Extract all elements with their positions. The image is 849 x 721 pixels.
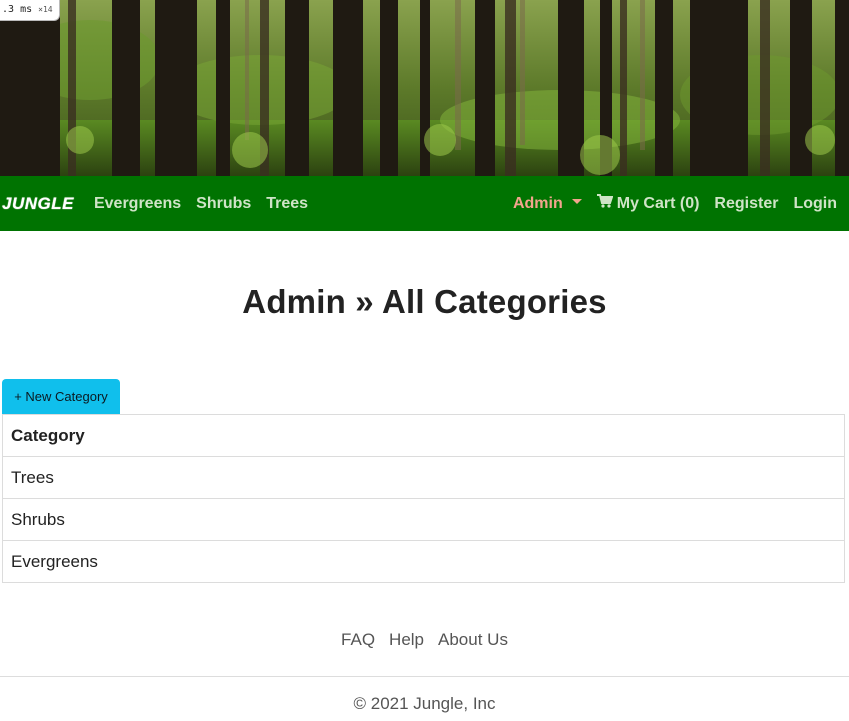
- perf-badge: .3 ms ×14: [0, 0, 60, 21]
- table-header-row: Category: [2, 414, 845, 457]
- register-link[interactable]: Register: [714, 195, 778, 213]
- category-cell: Shrubs: [2, 498, 845, 541]
- footer-link-faq[interactable]: FAQ: [341, 630, 375, 650]
- footer-link-about-us[interactable]: About Us: [438, 630, 508, 650]
- footer-divider: [0, 676, 849, 677]
- shopping-cart-icon: [596, 194, 614, 213]
- footer-link-help[interactable]: Help: [389, 630, 424, 650]
- copyright: © 2021 Jungle, Inc: [353, 694, 496, 713]
- cart-label: My Cart (0): [616, 194, 700, 212]
- category-cell: Evergreens: [2, 540, 845, 583]
- navbar: JUNGLE Evergreens Shrubs Trees Admin My …: [0, 176, 849, 231]
- nav-link-evergreens[interactable]: Evergreens: [94, 195, 181, 213]
- admin-dropdown[interactable]: Admin: [513, 195, 582, 213]
- perf-multiplier: ×14: [38, 5, 53, 14]
- nav-categories: Evergreens Shrubs Trees: [94, 195, 323, 213]
- column-header-category: Category: [2, 414, 845, 457]
- brand-logo[interactable]: JUNGLE: [2, 194, 74, 214]
- nav-user-links: Admin My Cart (0) Register Login: [513, 194, 837, 213]
- hero-banner: .3 ms ×14: [0, 0, 849, 176]
- login-link[interactable]: Login: [793, 195, 837, 213]
- table-row: Shrubs: [2, 498, 845, 541]
- footer-links: FAQ Help About Us: [0, 630, 849, 650]
- caret-down-icon: [571, 199, 582, 204]
- table-row: Evergreens: [2, 540, 845, 583]
- new-category-button[interactable]: + New Category: [2, 379, 120, 414]
- nav-link-trees[interactable]: Trees: [266, 195, 308, 213]
- perf-unit: ms: [20, 4, 33, 15]
- category-cell: Trees: [2, 456, 845, 499]
- nav-link-shrubs[interactable]: Shrubs: [196, 195, 251, 213]
- my-cart-link[interactable]: My Cart (0): [596, 194, 700, 213]
- categories-table: Category Trees Shrubs Evergreens: [2, 414, 845, 583]
- page-title: Admin » All Categories: [242, 283, 607, 320]
- perf-value: .3: [2, 4, 15, 15]
- forest-image: [0, 0, 849, 176]
- admin-label: Admin: [512, 194, 563, 212]
- table-row: Trees: [2, 456, 845, 499]
